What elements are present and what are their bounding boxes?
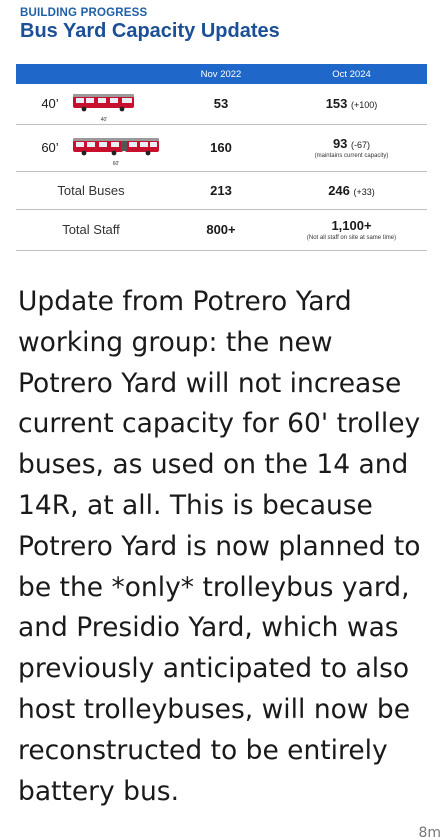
nov-total-buses: 213 xyxy=(166,171,276,210)
oct-total-buses: 246 xyxy=(328,182,350,198)
oct-60ft-note: (maintains current capacity) xyxy=(314,153,389,159)
nov-40ft: 53 xyxy=(166,84,276,125)
row-label-cell: 60’ 60' xyxy=(16,124,166,172)
row-label-total-buses: Total Buses xyxy=(16,171,166,210)
bus-40ft-icon: 40' xyxy=(72,92,136,123)
header-nov-2022: Nov 2022 xyxy=(166,64,276,84)
table-row-60ft: 60’ 60' 160 93 (-67) (maintains current … xyxy=(16,124,427,172)
nov-total-staff: 800+ xyxy=(166,209,276,251)
table-row-40ft: 40’ 40' 53 153 (+100) xyxy=(16,84,427,125)
oct-40ft-cell: 153 (+100) xyxy=(276,84,427,125)
bus-60ft-icon: 60' xyxy=(72,136,160,167)
oct-60ft-cell: 93 (-67) (maintains current capacity) xyxy=(276,124,427,172)
row-label-total-staff: Total Staff xyxy=(16,209,166,251)
oct-total-staff-note: (Not all staff on site at same time) xyxy=(306,235,397,241)
oct-total-buses-delta: (+33) xyxy=(353,186,375,197)
row-label-40ft: 40’ xyxy=(41,96,59,112)
table-header-row: Nov 2022 Oct 2024 xyxy=(16,64,427,84)
header-oct-2024: Oct 2024 xyxy=(276,64,427,84)
table-row-total-staff: Total Staff 800+ 1,100+ (Not all staff o… xyxy=(16,209,427,251)
oct-total-staff: 1,100+ xyxy=(331,218,372,233)
oct-total-staff-cell: 1,100+ (Not all staff on site at same ti… xyxy=(276,209,427,251)
post-text: Update from Potrero Yard working group: … xyxy=(18,286,421,807)
capacity-table: Nov 2022 Oct 2024 40’ 40' 53 153 (+100) … xyxy=(16,64,427,251)
bus-60ft-caption: 60' xyxy=(112,161,120,167)
oct-60ft-delta: (-67) xyxy=(351,140,371,150)
table-row-total-buses: Total Buses 213 246 (+33) xyxy=(16,171,427,210)
header-blank xyxy=(16,64,166,84)
row-label-cell: 40’ 40' xyxy=(16,84,166,125)
oct-40ft: 153 xyxy=(325,96,348,112)
bus-40ft-caption: 40' xyxy=(100,117,108,124)
slide-title: Bus Yard Capacity Updates xyxy=(20,20,280,42)
oct-40ft-delta: (+100) xyxy=(351,100,378,111)
oct-60ft: 93 xyxy=(332,136,348,151)
oct-total-buses-cell: 246 (+33) xyxy=(276,171,427,210)
slide-eyebrow: BUILDING PROGRESS xyxy=(20,7,148,19)
row-label-60ft: 60’ xyxy=(41,140,59,155)
post-timestamp: 8m xyxy=(418,825,441,840)
slide-image: BUILDING PROGRESS Bus Yard Capacity Upda… xyxy=(0,0,441,270)
nov-60ft: 160 xyxy=(166,124,276,172)
